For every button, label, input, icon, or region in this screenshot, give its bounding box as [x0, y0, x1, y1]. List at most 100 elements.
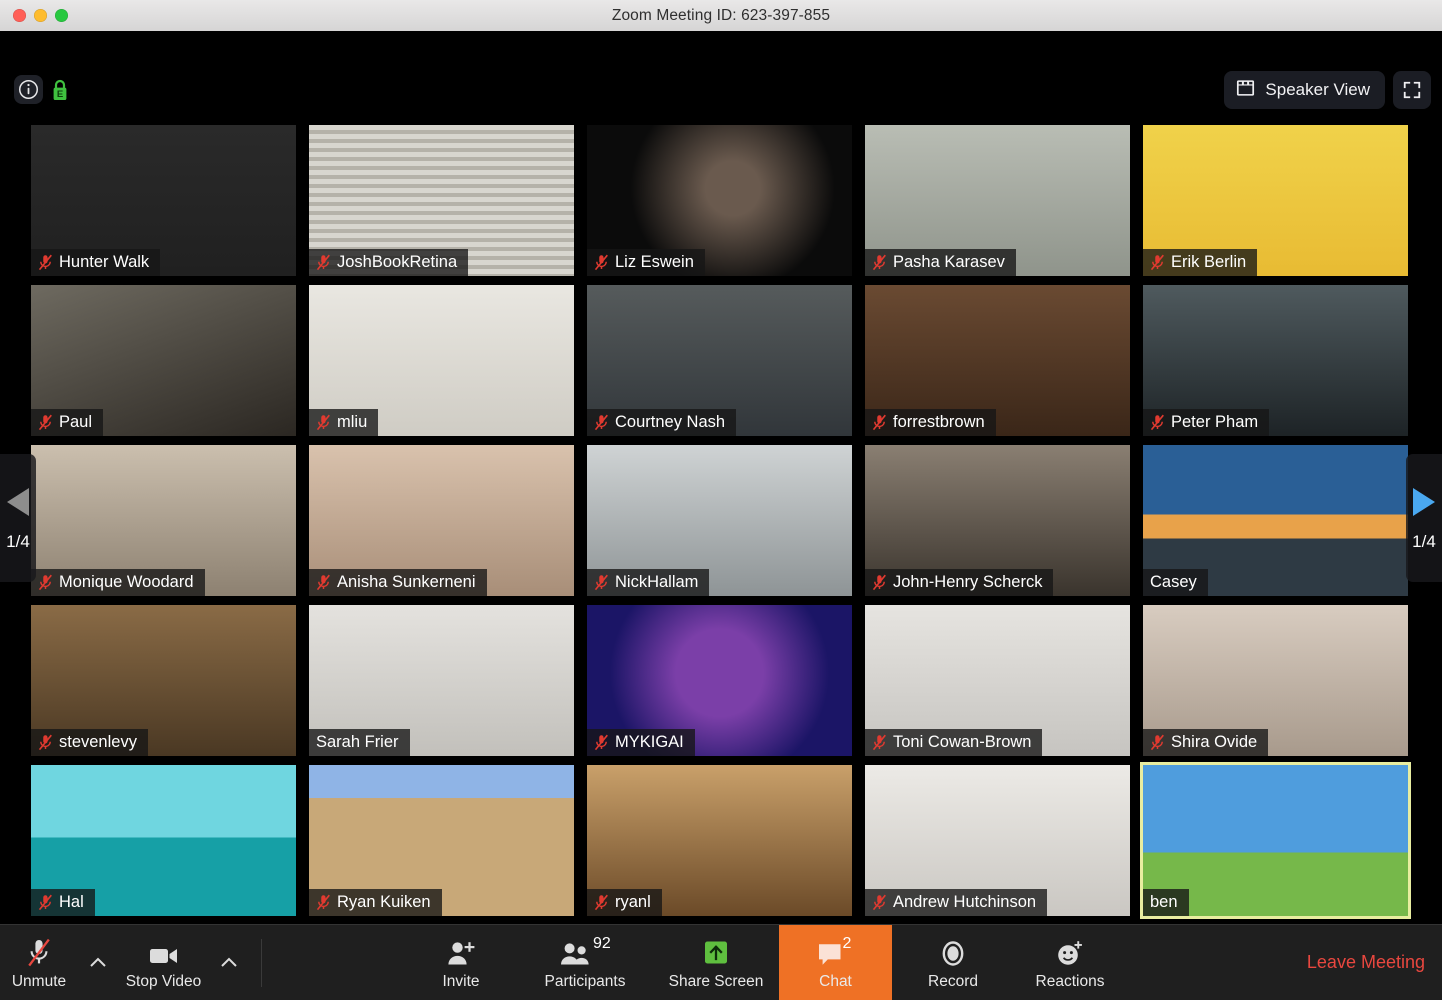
participant-tile[interactable]: John-Henry Scherck [865, 445, 1130, 596]
participant-name: Liz Eswein [615, 253, 694, 272]
unmute-button[interactable]: Unmute [6, 925, 72, 1000]
grid-view-icon [1236, 79, 1255, 102]
participant-name: ryanl [615, 893, 651, 912]
participant-name: ben [1150, 893, 1178, 912]
video-options-chevron-icon[interactable] [216, 925, 242, 1000]
participant-tile[interactable]: Hal [31, 765, 296, 916]
next-page-button[interactable]: 1/4 [1406, 454, 1442, 582]
invite-button[interactable]: Invite [419, 925, 503, 1000]
participant-name-bar: Peter Pham [1143, 409, 1270, 436]
participant-tile[interactable]: NickHallam [587, 445, 852, 596]
add-person-icon [445, 936, 477, 969]
muted-microphone-icon [38, 574, 53, 591]
participant-tile[interactable]: MYKIGAI [587, 605, 852, 756]
muted-microphone-icon [38, 734, 53, 751]
participant-tile[interactable]: Ryan Kuiken [309, 765, 574, 916]
participant-tile[interactable]: Courtney Nash [587, 285, 852, 436]
meeting-top-bar: E Speaker View [0, 31, 1442, 117]
participants-button[interactable]: 92 Participants [527, 925, 643, 1000]
camera-icon [146, 936, 182, 969]
participant-name-bar: Monique Woodard [31, 569, 205, 596]
participant-name-bar: Courtney Nash [587, 409, 737, 436]
reactions-button[interactable]: Reactions [1010, 925, 1130, 1000]
participant-tile[interactable]: Andrew Hutchinson [865, 765, 1130, 916]
participant-tile[interactable]: Monique Woodard [31, 445, 296, 596]
muted-microphone-icon [1150, 734, 1165, 751]
green-lock-icon[interactable]: E [50, 76, 70, 103]
participant-name-bar: Liz Eswein [587, 249, 705, 276]
record-circle-icon [937, 936, 969, 969]
share-screen-button[interactable]: Share Screen [655, 925, 777, 1000]
speaker-view-button[interactable]: Speaker View [1224, 71, 1385, 109]
participant-name: Pasha Karasev [893, 253, 1005, 272]
participant-tile[interactable]: Hunter Walk [31, 125, 296, 276]
muted-microphone-icon [316, 894, 331, 911]
muted-microphone-icon [872, 254, 887, 271]
window-title: Zoom Meeting ID: 623-397-855 [611, 6, 831, 24]
participant-name-bar: Casey [1143, 569, 1208, 596]
participant-tile[interactable]: Sarah Frier [309, 605, 574, 756]
participant-tile[interactable]: Toni Cowan-Brown [865, 605, 1130, 756]
participant-name: John-Henry Scherck [893, 573, 1043, 592]
record-button[interactable]: Record [898, 925, 1008, 1000]
participant-tile[interactable]: mliu [309, 285, 574, 436]
page-indicator-right: 1/4 [1412, 532, 1436, 551]
participant-name-bar: Hal [31, 889, 95, 916]
participant-tile[interactable]: Paul [31, 285, 296, 436]
muted-microphone-icon [594, 574, 609, 591]
muted-microphone-icon [1150, 254, 1165, 271]
participant-name-bar: Paul [31, 409, 104, 436]
muted-microphone-icon [38, 414, 53, 431]
participants-label: Participants [544, 972, 626, 990]
stop-video-button[interactable]: Stop Video [116, 925, 211, 1000]
participant-name: NickHallam [615, 573, 699, 592]
share-screen-up-arrow-icon [698, 936, 734, 969]
participant-name: Monique Woodard [59, 573, 194, 592]
enter-fullscreen-icon[interactable] [1393, 71, 1431, 109]
participant-tile[interactable]: stevenlevy [31, 605, 296, 756]
participants-count-badge: 92 [593, 934, 611, 952]
muted-microphone-icon [872, 894, 887, 911]
minimize-button[interactable] [34, 9, 47, 22]
left-triangle-icon [5, 486, 31, 523]
window-title-bar: Zoom Meeting ID: 623-397-855 [0, 0, 1442, 32]
participant-tile[interactable]: ben [1140, 762, 1411, 919]
speaker-view-label: Speaker View [1265, 80, 1370, 99]
muted-microphone-icon [316, 414, 331, 431]
smiley-plus-icon [1053, 936, 1087, 969]
participant-name: mliu [337, 413, 368, 432]
participant-tile[interactable]: Casey [1143, 445, 1408, 596]
participant-tile[interactable]: Pasha Karasev [865, 125, 1130, 276]
reactions-label: Reactions [1035, 972, 1105, 990]
close-button[interactable] [13, 9, 26, 22]
participant-tile[interactable]: Anisha Sunkerneni [309, 445, 574, 596]
muted-microphone-icon [316, 574, 331, 591]
chat-button[interactable]: 2 Chat [779, 925, 892, 1000]
participant-name: Peter Pham [1171, 413, 1259, 432]
leave-meeting-button[interactable]: Leave Meeting [1307, 925, 1425, 1000]
participant-name: Toni Cowan-Brown [893, 733, 1032, 752]
participant-name: forrestbrown [893, 413, 985, 432]
video-gallery: Hunter Walk JoshBookRetina Liz Eswein Pasha… [0, 117, 1442, 925]
participant-grid: Hunter Walk JoshBookRetina Liz Eswein Pasha… [31, 125, 1411, 919]
info-icon[interactable] [14, 75, 43, 104]
previous-page-button[interactable]: 1/4 [0, 454, 36, 582]
participant-name: Courtney Nash [615, 413, 726, 432]
participant-tile[interactable]: Liz Eswein [587, 125, 852, 276]
participant-name: Shira Ovide [1171, 733, 1258, 752]
participant-tile[interactable]: forrestbrown [865, 285, 1130, 436]
chat-label: Chat [819, 972, 852, 990]
participant-name-bar: Erik Berlin [1143, 249, 1258, 276]
participant-tile[interactable]: Erik Berlin [1143, 125, 1408, 276]
participant-tile[interactable]: ryanl [587, 765, 852, 916]
window-controls [13, 0, 68, 31]
participant-tile[interactable]: Shira Ovide [1143, 605, 1408, 756]
participant-tile[interactable]: JoshBookRetina [309, 125, 574, 276]
maximize-button[interactable] [55, 9, 68, 22]
page-indicator-left: 1/4 [6, 532, 30, 551]
zoom-meeting-window: Zoom Meeting ID: 623-397-855 E Speaker V… [0, 0, 1442, 1000]
participant-name-bar: Toni Cowan-Brown [865, 729, 1043, 756]
audio-options-chevron-icon[interactable] [85, 925, 111, 1000]
muted-microphone-icon [872, 414, 887, 431]
participant-tile[interactable]: Peter Pham [1143, 285, 1408, 436]
